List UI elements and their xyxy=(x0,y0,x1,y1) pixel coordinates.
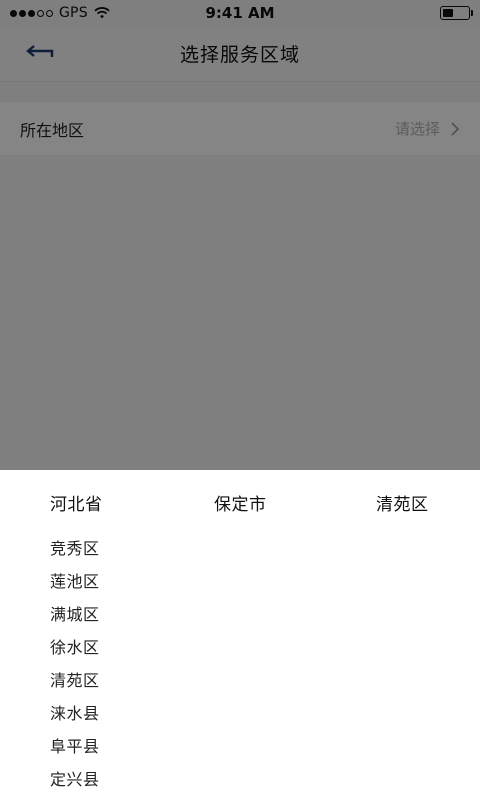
modal-overlay[interactable] xyxy=(0,0,480,470)
picker-option[interactable]: 徐水区 xyxy=(50,631,100,664)
picker-option[interactable]: 莲池区 xyxy=(50,565,100,598)
picker-option[interactable]: 定兴县 xyxy=(50,763,100,796)
picker-tab-province[interactable]: 河北省 xyxy=(50,490,103,515)
picker-tab-city[interactable]: 保定市 xyxy=(214,490,267,515)
region-picker-sheet: 河北省 保定市 清苑区 竞秀区 莲池区 满城区 徐水区 清苑区 涞水县 阜平县 … xyxy=(0,470,480,800)
picker-option[interactable]: 满城区 xyxy=(50,598,100,631)
picker-tab-district[interactable]: 清苑区 xyxy=(376,490,429,515)
app-screen: GPS 9:41 AM 选择服务区域 所在地区 请选择 河北省 保定市 清苑区 … xyxy=(0,0,480,800)
picker-header: 河北省 保定市 清苑区 xyxy=(0,470,480,532)
picker-option[interactable]: 阜平县 xyxy=(50,730,100,763)
picker-option[interactable]: 竞秀区 xyxy=(50,532,100,565)
picker-option[interactable]: 清苑区 xyxy=(50,664,100,697)
picker-option[interactable]: 涞水县 xyxy=(50,697,100,730)
